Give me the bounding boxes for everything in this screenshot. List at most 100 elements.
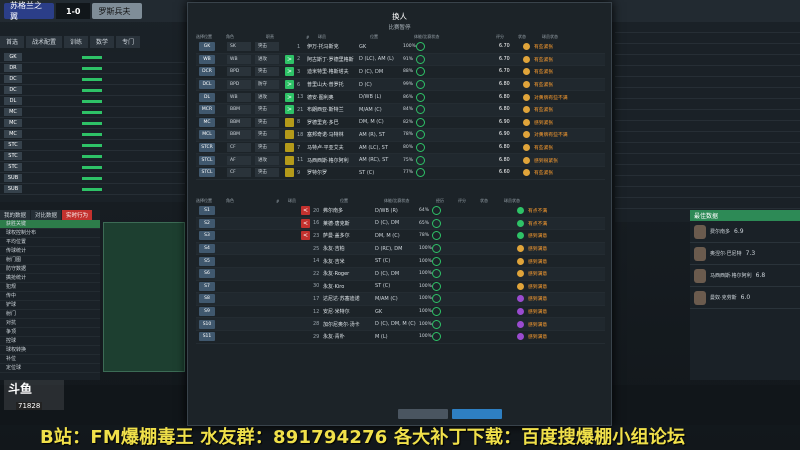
tab-0[interactable]: 首选 (0, 36, 25, 48)
analysis-item[interactable]: 铲球 (0, 301, 100, 310)
player-name[interactable]: 永友·吉米 (323, 258, 375, 265)
tab-1[interactable]: 战术配置 (26, 36, 63, 48)
duty-select[interactable]: 突击 (255, 130, 279, 140)
sub-row[interactable]: S5 14 永友·吉米 ST (C) 100% 感到满意 (196, 255, 605, 268)
duty-select[interactable]: 突击 (255, 105, 279, 115)
role-select[interactable]: AF (227, 155, 251, 165)
squad-row[interactable]: DC (0, 85, 185, 96)
swap-arrow-icon[interactable] (301, 307, 310, 316)
duty-select[interactable]: 突击 (255, 168, 279, 178)
player-name[interactable]: 永友·Kiro (323, 283, 375, 290)
role-select[interactable]: BBM (227, 105, 251, 115)
starter-row[interactable]: STCR CF 突击 7 马特卢·平亚艾夫 AM (LC), ST 80% 6.80 有些紧张 (196, 142, 605, 155)
swap-arrow-icon[interactable] (301, 269, 310, 278)
tab-2[interactable]: 训练 (64, 36, 89, 48)
best-player-card[interactable]: 曼奴·克劳斯 6.0 (690, 287, 800, 309)
starter-row[interactable]: DCL BPD 防守 >6 普里山大·普罗托 D (C) 99% 6.80 有些紧张 (196, 78, 605, 92)
player-name[interactable]: 德安·图利奥 (307, 94, 359, 101)
role-select[interactable]: CF (227, 168, 251, 178)
player-name[interactable]: 马西西斯·格尔阿利 (307, 157, 359, 164)
squad-row[interactable]: STC (0, 162, 185, 173)
player-name[interactable]: 伊万·托马斯克 (307, 43, 359, 50)
player-name[interactable]: 普里山大·普罗托 (307, 81, 359, 88)
player-name[interactable]: 安尼·米特尔 (323, 308, 375, 315)
analysis-item[interactable]: 擒抢统计 (0, 274, 100, 283)
player-name[interactable]: 罗特尔罗 (307, 169, 359, 176)
analysis-item[interactable]: 球权控制分布 (0, 229, 100, 238)
best-player-card[interactable]: 马西西斯·格尔阿利 6.8 (690, 265, 800, 287)
analysis-item[interactable]: 定位球 (0, 364, 100, 373)
sub-row[interactable]: S11 29 永友·青朴 M (L) 100% 感到满意 (196, 331, 605, 344)
sub-row[interactable]: S6 22 永友·Roger D (C), DM 100% 感到满意 (196, 267, 605, 281)
swap-arrow-icon[interactable] (301, 320, 310, 329)
squad-row[interactable]: MC (0, 107, 185, 118)
analysis-item[interactable]: 射门图 (0, 256, 100, 265)
swap-arrow-icon[interactable] (301, 332, 310, 341)
cancel-button[interactable] (398, 409, 448, 419)
swap-arrow-icon[interactable] (301, 244, 310, 253)
player-name[interactable]: 迪米特里·格斯塔夫 (307, 68, 359, 75)
confirm-button[interactable] (452, 409, 502, 419)
squad-row[interactable]: GK (0, 52, 185, 63)
swap-arrow-icon[interactable] (285, 168, 294, 178)
swap-arrow-icon[interactable] (285, 155, 294, 165)
squad-row[interactable]: MC (0, 129, 185, 140)
tab-compare[interactable]: 对比数据 (31, 210, 62, 220)
squad-row[interactable]: STC (0, 140, 185, 151)
swap-arrow-icon[interactable]: > (285, 92, 294, 102)
role-select[interactable]: BBM (227, 130, 251, 140)
player-name[interactable]: 永友·青朴 (323, 333, 375, 340)
analysis-item[interactable]: 争顶 (0, 328, 100, 337)
player-name[interactable]: 弗尔南多 (323, 207, 375, 214)
role-select[interactable]: BPD (227, 80, 251, 90)
analysis-item[interactable]: 补位 (0, 355, 100, 364)
role-select[interactable]: BBM (227, 117, 251, 127)
player-name[interactable]: 布朗西亚·斯特兰 (307, 106, 359, 113)
squad-row[interactable]: SUB (0, 173, 185, 184)
duty-select[interactable]: 突击 (255, 117, 279, 127)
sub-row[interactable]: S2 <16 莱德·唐克斯 D (C), DM 65% 有点不满 (196, 217, 605, 231)
analysis-item[interactable]: 防守数据 (0, 265, 100, 274)
player-name[interactable]: 阿古斯丁·罗德里格斯 (307, 56, 359, 63)
role-select[interactable]: SK (227, 42, 251, 52)
player-name[interactable]: 达尼达·苏塞迪诺 (323, 295, 375, 302)
starter-row[interactable]: MCL BBM 突击 18 塞邦奇诺·马特林 AM (R), ST 78% 6.90 对黄牌有些… (196, 129, 605, 142)
swap-arrow-icon[interactable]: < (301, 231, 310, 241)
starter-row[interactable]: MC BBM 突击 8 罗德里克·多巴 DM, M (C) 82% 6.90 感到紧张 (196, 117, 605, 130)
role-select[interactable]: WB (227, 92, 251, 102)
analysis-item[interactable]: 传球统计 (0, 247, 100, 256)
analysis-item[interactable]: 平均位置 (0, 238, 100, 247)
player-name[interactable]: 加尔尼奥尔·汤卡 (323, 321, 375, 328)
role-select[interactable]: WB (227, 54, 251, 64)
role-select[interactable]: BPD (227, 67, 251, 77)
squad-row[interactable]: DR (0, 63, 185, 74)
tab-3[interactable]: 数学 (90, 36, 115, 48)
swap-arrow-icon[interactable] (285, 117, 294, 127)
swap-arrow-icon[interactable] (285, 130, 294, 140)
swap-arrow-icon[interactable] (285, 143, 294, 153)
analysis-item[interactable]: 控球 (0, 337, 100, 346)
tab-4[interactable]: 专门 (116, 36, 141, 48)
starter-row[interactable]: DL WB 进攻 >13 德安·图利奥 D/WB (L) 86% 6.80 对黄牌有些不满 (196, 91, 605, 104)
analysis-item[interactable]: 射门 (0, 310, 100, 319)
tab-my-data[interactable]: 我的数据 (0, 210, 31, 220)
duty-select[interactable]: 进攻 (255, 54, 279, 64)
player-name[interactable]: 塞邦奇诺·马特林 (307, 131, 359, 138)
sub-row[interactable]: S3 <23 萨曼·盖多尔 DM, M (C) 78% 感到满意 (196, 230, 605, 243)
sub-row[interactable]: S7 30 永友·Kiro ST (C) 100% 感到满意 (196, 281, 605, 294)
analysis-item[interactable]: 传中 (0, 292, 100, 301)
analysis-item[interactable]: 球权转换 (0, 346, 100, 355)
starter-row[interactable]: STCL AF 进攻 11 马西西斯·格尔阿利 AM (RC), ST 75% 6.80 感到很… (196, 154, 605, 167)
squad-row[interactable]: SUB (0, 184, 185, 195)
starter-row[interactable]: DCR BPD 突击 >3 迪米特里·格斯塔夫 D (C), DM 88% 6.70 有些紧张 (196, 66, 605, 79)
sub-row[interactable]: S10 28 加尔尼奥尔·汤卡 D (C), DM, M (C) 100% 感到满意 (196, 318, 605, 331)
analysis-item[interactable]: 对抗 (0, 319, 100, 328)
duty-select[interactable]: 突击 (255, 42, 279, 52)
player-name[interactable]: 永友·吉柏 (323, 245, 375, 252)
sub-row[interactable]: S4 25 永友·吉柏 D (RC), DM 100% 感到满意 (196, 242, 605, 256)
best-player-card[interactable]: 费尔南多 6.9 (690, 221, 800, 243)
player-name[interactable]: 萨曼·盖多尔 (323, 232, 375, 239)
starter-row[interactable]: WB WB 进攻 >2 阿古斯丁·罗德里格斯 D (LC), AM (L) 91% 6.70 有… (196, 53, 605, 67)
starter-row[interactable]: STCL CF 突击 9 罗特尔罗 ST (C) 77% 6.60 有些紧张 (196, 167, 605, 180)
duty-select[interactable]: 突击 (255, 143, 279, 153)
